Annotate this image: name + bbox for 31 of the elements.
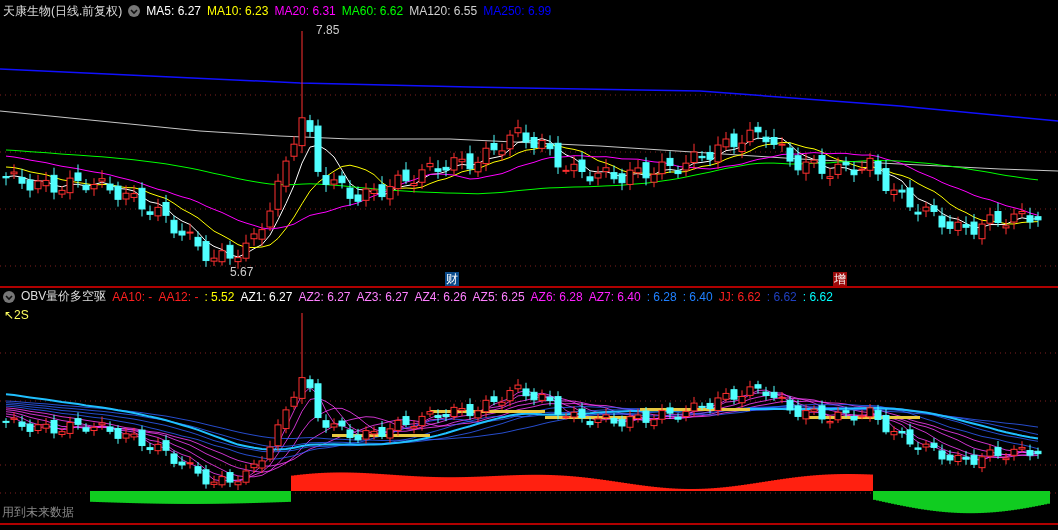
indicator-value: AZ4: 6.26 — [414, 289, 467, 304]
event-marker[interactable]: 财 — [445, 272, 459, 286]
event-marker[interactable]: 增 — [833, 272, 847, 286]
indicator-value: AA12: - — [158, 289, 199, 304]
indicator-value: AZ7: 6.40 — [588, 289, 641, 304]
indicator-value: : 6.62 — [766, 289, 797, 304]
chart-title: 天康生物(日线.前复权) — [3, 2, 123, 20]
indicator-value: : 5.52 — [204, 289, 235, 304]
indicator-value: MA10: 6.23 — [207, 4, 269, 18]
indicator-value: AZ5: 6.25 — [472, 289, 525, 304]
indicator-value: AA10: - — [112, 289, 153, 304]
signal-label: ↖2S — [4, 308, 29, 322]
indicator-value: : 6.28 — [646, 289, 677, 304]
indicator-value: MA5: 6.27 — [146, 4, 202, 18]
indicator-value: MA120: 6.55 — [409, 4, 478, 18]
low-price-label: 5.67 — [230, 265, 254, 279]
high-price-label: 7.85 — [316, 23, 340, 37]
indicator-value: AZ1: 6.27 — [240, 289, 293, 304]
indicator-value: : 6.62 — [802, 289, 833, 304]
dropdown-icon[interactable] — [128, 5, 141, 17]
indicator-value: MA60: 6.62 — [341, 4, 404, 18]
indicator-value: MA250: 6.99 — [483, 4, 552, 18]
indicator-value: AZ3: 6.27 — [356, 289, 409, 304]
indicator-value: MA20: 6.31 — [274, 4, 336, 18]
indicator-value: AZ2: 6.27 — [298, 289, 351, 304]
indicator-title: OBV量价多空驱 — [21, 288, 107, 305]
indicator-value: : 6.40 — [682, 289, 713, 304]
footer-note: 用到未来数据 — [2, 504, 74, 521]
dropdown-icon[interactable] — [3, 290, 15, 303]
indicator-value: JJ: 6.62 — [718, 289, 761, 304]
indicator-value: AZ6: 6.28 — [530, 289, 583, 304]
